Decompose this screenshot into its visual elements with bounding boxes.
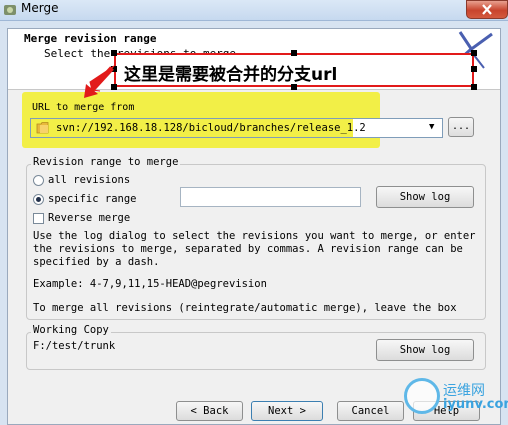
watermark-text-en: iyunv.com [443, 397, 508, 412]
url-label: URL to merge from [32, 102, 135, 113]
resize-handle [291, 50, 297, 56]
url-value[interactable]: svn://192.168.18.128/bicloud/branches/re… [56, 122, 366, 134]
help-text-line: Use the log dialog to select the revisio… [33, 230, 476, 242]
cancel-button[interactable]: Cancel [337, 401, 404, 421]
radio-selected-dot [36, 197, 41, 202]
radio-all-revisions-label[interactable]: all revisions [48, 174, 130, 186]
radio-all-revisions[interactable] [33, 175, 44, 186]
help-text-line: specified by a dash. [33, 256, 160, 268]
show-log-button-wc[interactable]: Show log [376, 339, 474, 361]
tortoise-app-icon [4, 5, 16, 15]
resize-handle [471, 84, 477, 90]
help-text-line: To merge all revisions (reintegrate/auto… [33, 302, 457, 314]
header-title: Merge revision range [24, 32, 157, 45]
show-log-button[interactable]: Show log [376, 186, 474, 208]
working-copy-legend: Working Copy [31, 324, 111, 336]
back-button[interactable]: < Back [176, 401, 243, 421]
radio-specific-range[interactable] [33, 194, 44, 205]
working-copy-path: F:/test/trunk [33, 340, 116, 352]
title-bar[interactable] [0, 0, 508, 21]
revision-range-legend: Revision range to merge [31, 156, 181, 168]
window-title: Merge [21, 1, 59, 15]
folder-icon [36, 122, 49, 134]
annotation-text: 这里是需要被合并的分支url [124, 65, 338, 85]
reverse-merge-checkbox[interactable] [33, 213, 44, 224]
resize-handle [291, 84, 297, 90]
close-icon [482, 4, 492, 15]
revision-range-input[interactable] [180, 187, 361, 207]
annotation-arrow-icon [84, 65, 115, 98]
next-button[interactable]: Next > [251, 401, 323, 421]
resize-handle [471, 66, 477, 72]
resize-handle [471, 50, 477, 56]
radio-specific-range-label[interactable]: specific range [48, 193, 137, 205]
close-button[interactable] [466, 0, 508, 19]
help-text-line: the revisions to merge, separated by com… [33, 243, 463, 255]
resize-handle [111, 50, 117, 56]
chevron-down-icon[interactable]: ▼ [429, 122, 434, 132]
reverse-merge-label[interactable]: Reverse merge [48, 212, 130, 224]
watermark-logo-icon [404, 378, 440, 414]
browse-button[interactable]: ... [448, 117, 474, 137]
help-text-line: Example: 4-7,9,11,15-HEAD@pegrevision [33, 278, 267, 290]
